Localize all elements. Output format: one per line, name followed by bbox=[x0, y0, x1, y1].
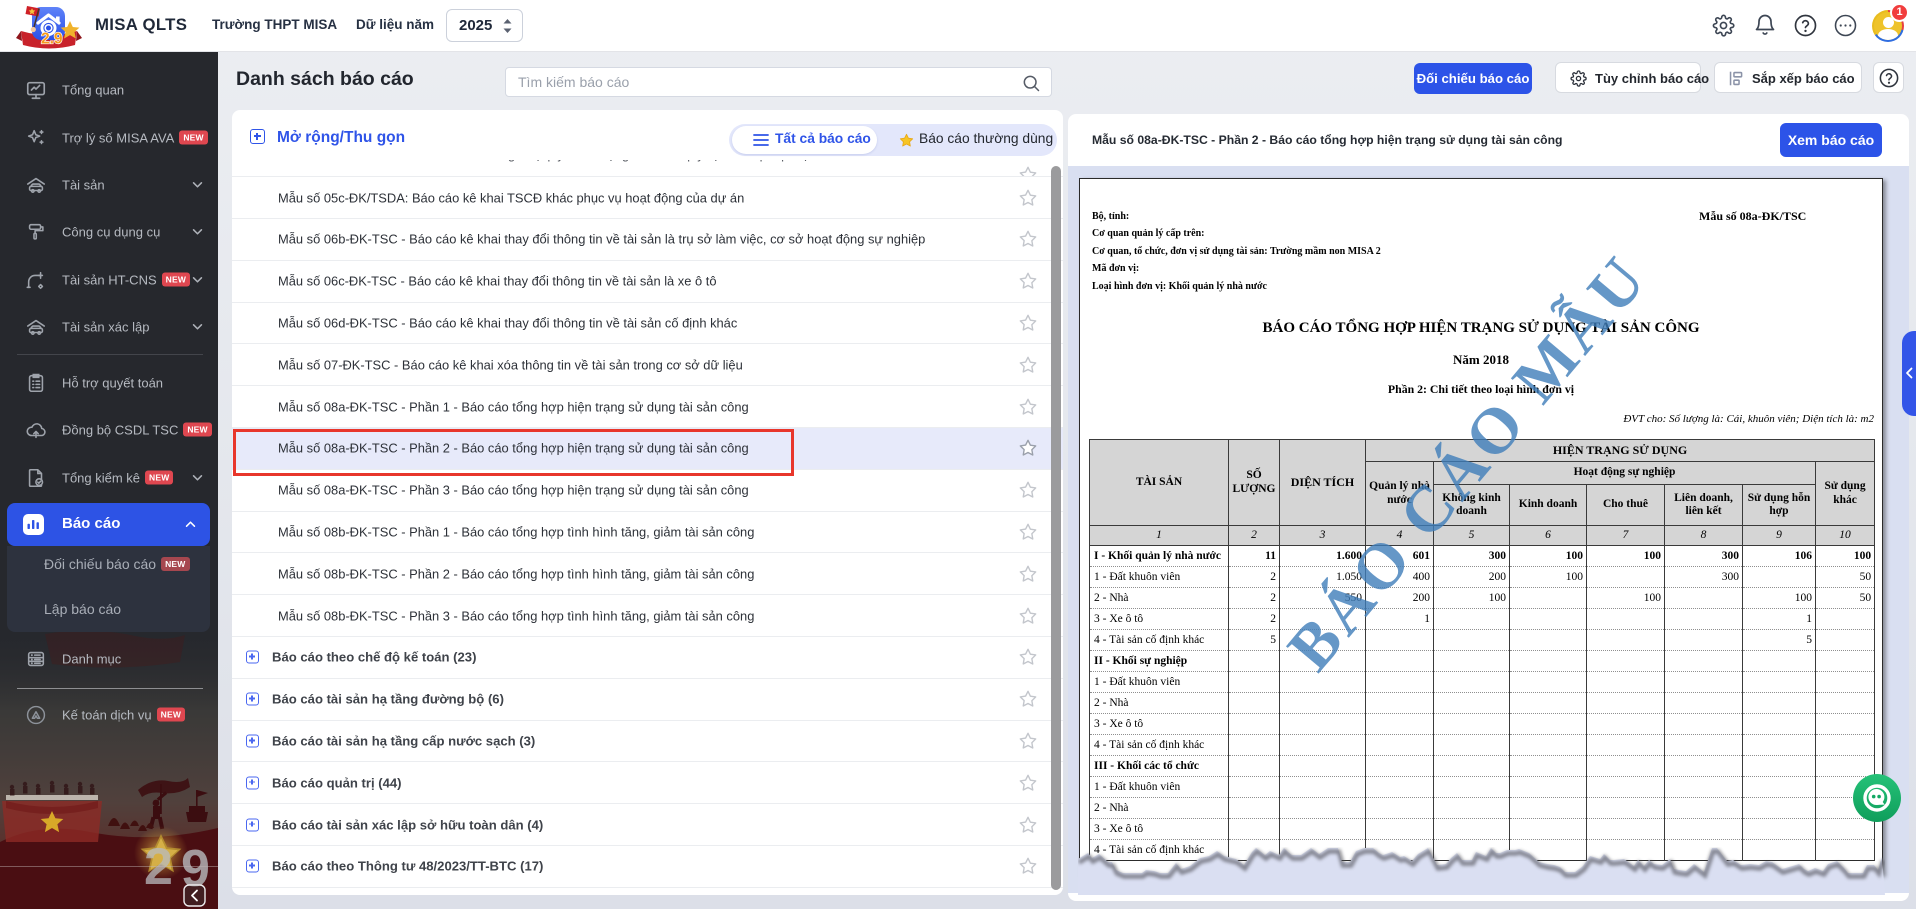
svg-text:2.9: 2.9 bbox=[41, 31, 63, 48]
